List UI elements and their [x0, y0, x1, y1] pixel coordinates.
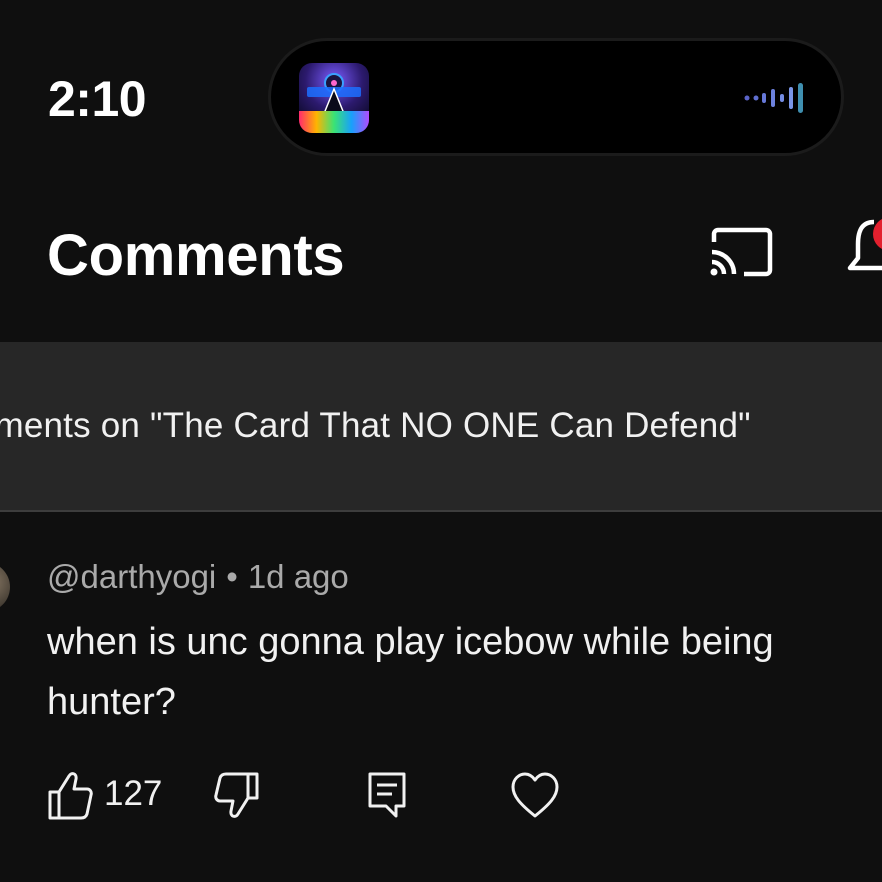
- heart-icon: [511, 772, 559, 818]
- notification-badge: [873, 219, 882, 249]
- status-time: 2:10: [48, 71, 147, 127]
- reply-button[interactable]: [366, 770, 410, 822]
- cast-icon: [710, 227, 773, 277]
- page-title: Comments: [47, 223, 345, 288]
- thumbs-down-icon: [214, 772, 259, 818]
- video-title-banner[interactable]: Comments on "The Card That NO ONE Can De…: [0, 342, 882, 512]
- dislike-button[interactable]: [214, 770, 260, 822]
- like-button[interactable]: [47, 770, 93, 822]
- comment-text: when is unc gonna play icebow while bein…: [47, 612, 882, 732]
- comment-line-2: hunter?: [47, 681, 176, 723]
- reply-comment-icon: [368, 772, 406, 818]
- cast-button[interactable]: [708, 226, 774, 280]
- banner-text: Comments on "The Card That NO ONE Can De…: [0, 406, 751, 445]
- comment-author[interactable]: @darthyogi: [47, 558, 216, 595]
- screen: 2:10 Comments Comments on "The Card That…: [0, 0, 882, 882]
- thumbs-up-icon: [48, 772, 93, 820]
- notifications-button[interactable]: [844, 212, 882, 286]
- dynamic-island[interactable]: [268, 38, 844, 156]
- like-count: 127: [104, 774, 163, 813]
- comment-time: 1d ago: [247, 558, 349, 595]
- album-art-thumbnail[interactable]: [299, 63, 369, 133]
- heart-button[interactable]: [510, 770, 560, 822]
- waveform-icon: [743, 81, 811, 115]
- comment-meta: @darthyogi • 1d ago: [47, 558, 349, 596]
- notification-bell-icon: [847, 219, 882, 271]
- meta-separator: •: [226, 558, 238, 595]
- avatar[interactable]: [0, 562, 10, 612]
- comment-line-1: when is unc gonna play icebow while bein…: [47, 621, 774, 663]
